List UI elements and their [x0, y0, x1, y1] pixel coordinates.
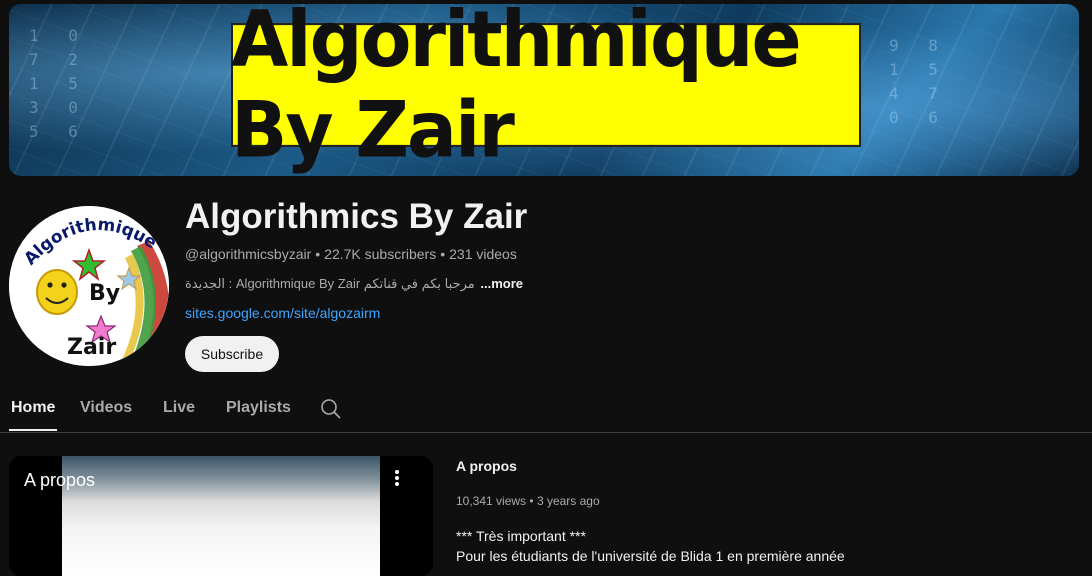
featured-video-description-line: Pour les étudiants de l'université de Bl…: [456, 548, 845, 564]
channel-website-link[interactable]: sites.google.com/site/algozairm: [185, 305, 380, 321]
featured-video-player[interactable]: A propos: [9, 456, 433, 576]
banner-title: Algorithmique By Zair: [231, 4, 861, 175]
meta-separator: •: [529, 494, 534, 508]
avatar-text-mid: By: [89, 281, 120, 306]
subscribe-button[interactable]: Subscribe: [185, 336, 279, 372]
channel-banner: 1 07 21 53 05 6 9 81 54 70 6 Algorithmiq…: [9, 4, 1079, 176]
video-count: 231 videos: [449, 246, 517, 262]
active-tab-indicator: [9, 429, 57, 431]
banner-decoration: 9 81 54 70 6: [889, 36, 948, 127]
avatar-text-bottom: Zair: [67, 335, 116, 360]
tab-playlists[interactable]: Playlists: [226, 399, 291, 417]
banner-decoration: 1 07 21 53 05 6: [29, 26, 88, 141]
tab-home[interactable]: Home: [11, 399, 55, 417]
tab-live[interactable]: Live: [163, 399, 195, 417]
meta-separator: •: [315, 246, 321, 262]
upload-age: 3 years ago: [536, 494, 600, 508]
channel-avatar[interactable]: Algorithmique By Zair: [9, 206, 169, 366]
channel-meta: @algorithmicsbyzair • 22.7K subscribers • 23…: [185, 246, 517, 262]
featured-video-description-line: *** Très important ***: [456, 528, 586, 544]
view-count: 10,341 views: [456, 494, 527, 508]
channel-handle: @algorithmicsbyzair: [185, 246, 312, 262]
channel-description[interactable]: مرحبا بكم في قناتكم Algorithmique By Zai…: [185, 276, 523, 292]
description-text: مرحبا بكم في قناتكم Algorithmique By Zai…: [185, 276, 475, 291]
more-vert-icon[interactable]: [387, 470, 407, 490]
featured-video-title[interactable]: A propos: [456, 458, 517, 474]
channel-tabs: Home Videos Live Playlists: [0, 380, 1092, 433]
featured-video-meta: 10,341 views • 3 years ago: [456, 494, 600, 508]
channel-name: Algorithmics By Zair: [185, 197, 528, 236]
more-link[interactable]: ...more: [480, 276, 523, 291]
player-title[interactable]: A propos: [24, 470, 95, 491]
meta-separator: •: [440, 246, 446, 262]
avatar-logo: Algorithmique By Zair: [9, 206, 169, 366]
subscriber-count: 22.7K subscribers: [324, 246, 437, 262]
tab-videos[interactable]: Videos: [80, 399, 132, 417]
video-frame: [62, 456, 380, 576]
search-icon[interactable]: [320, 398, 342, 420]
